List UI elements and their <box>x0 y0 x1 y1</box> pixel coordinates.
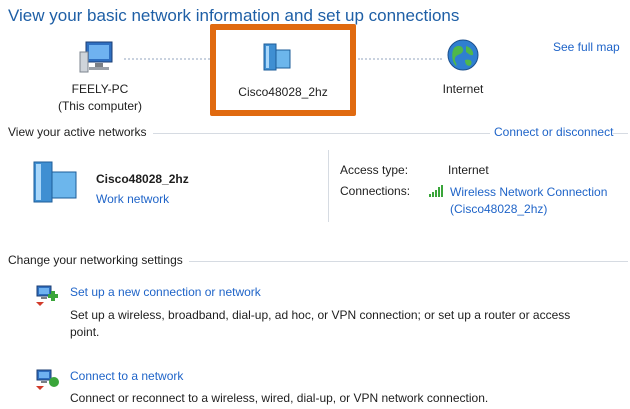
network-icon[interactable] <box>260 40 296 74</box>
setup-connection-desc-line2: point. <box>70 325 100 339</box>
active-networks-label: View your active networks <box>8 125 153 139</box>
connect-to-network-link[interactable]: Connect to a network <box>70 369 183 383</box>
map-connector-2 <box>358 58 442 60</box>
connect-network-icon <box>34 366 60 390</box>
network-type-link[interactable]: Work network <box>96 192 169 206</box>
computer-icon <box>78 40 118 76</box>
wireless-connection-link[interactable]: Wireless Network Connection (Cisco48028_… <box>450 184 607 218</box>
setup-connection-link[interactable]: Set up a new connection or network <box>70 285 261 299</box>
setup-connection-desc: Set up a wireless, broadband, dial-up, a… <box>70 307 625 341</box>
network-map: FEELY-PC (This computer) Cisco48028_2hz … <box>0 24 630 120</box>
active-network-icon <box>30 160 86 206</box>
connect-disconnect-link[interactable]: Connect or disconnect <box>490 125 614 139</box>
connect-to-network-desc: Connect or reconnect to a wireless, wire… <box>70 391 489 405</box>
setup-connection-desc-line1: Set up a wireless, broadband, dial-up, a… <box>70 308 571 322</box>
wireless-connection-line1[interactable]: Wireless Network Connection <box>450 184 607 201</box>
map-network-name[interactable]: Cisco48028_2hz <box>215 85 351 99</box>
page-title: View your basic network information and … <box>8 6 460 25</box>
access-type-value: Internet <box>448 163 489 177</box>
globe-icon[interactable] <box>446 38 480 72</box>
active-divider-vertical <box>328 150 329 222</box>
map-connector-1 <box>124 58 214 60</box>
wireless-signal-icon <box>428 184 444 198</box>
connections-label: Connections: <box>340 184 411 198</box>
wireless-connection-line2[interactable]: (Cisco48028_2hz) <box>450 201 607 218</box>
active-network-name: Cisco48028_2hz <box>96 172 189 186</box>
access-type-label: Access type: <box>340 163 409 177</box>
computer-name: FEELY-PC <box>71 82 129 96</box>
map-internet-label: Internet <box>442 82 484 96</box>
new-connection-icon <box>34 282 60 306</box>
change-settings-label: Change your networking settings <box>8 253 189 267</box>
computer-sub: (This computer) <box>57 99 143 113</box>
see-full-map-link[interactable]: See full map <box>553 40 620 54</box>
